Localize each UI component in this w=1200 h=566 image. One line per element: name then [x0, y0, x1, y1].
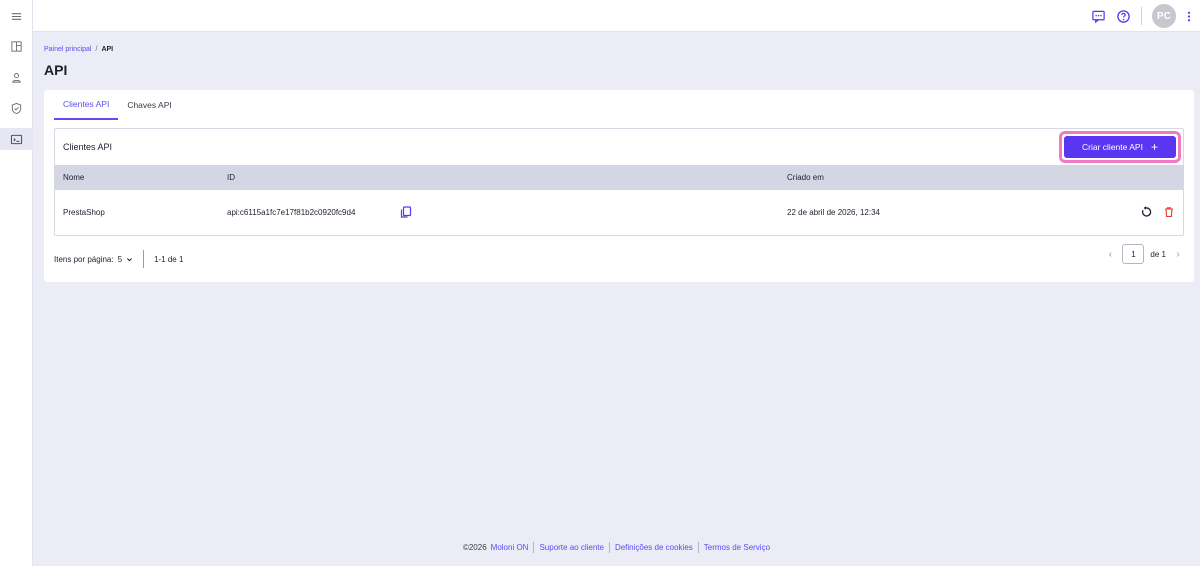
row-id: api:c6115a1fc7e17f81b2c0920fc9d4	[227, 208, 356, 217]
menu-icon[interactable]	[0, 5, 33, 27]
footer-brand-link[interactable]: Moloni ON	[491, 543, 529, 552]
main-card: Clientes API Chaves API Clientes API Cri…	[44, 90, 1194, 282]
page-total: de 1	[1150, 249, 1166, 259]
range-label: 1-1 de 1	[154, 254, 184, 264]
footer-separator	[533, 542, 535, 553]
create-button-highlight: Criar cliente API +	[1059, 131, 1181, 163]
regenerate-icon[interactable]	[1140, 206, 1152, 218]
footer-terms-link[interactable]: Termos de Serviço	[704, 543, 770, 552]
page-title: API	[44, 62, 68, 78]
breadcrumb-separator: /	[95, 46, 98, 53]
chevron-down-icon	[127, 257, 133, 261]
sidebar	[0, 0, 33, 566]
panel-title: Clientes API	[63, 142, 113, 152]
panel-header: Clientes API Criar cliente API +	[55, 129, 1183, 165]
items-per-page-select[interactable]: 5	[118, 255, 133, 264]
footer-separator	[608, 542, 610, 553]
items-per-page-value: 5	[117, 254, 123, 264]
table-header: Nome ID Criado em	[55, 165, 1183, 190]
tabs: Clientes API Chaves API	[54, 90, 181, 120]
footer: ©2026 Moloni ON Suporte ao cliente Defin…	[33, 542, 1200, 553]
footer-support-link[interactable]: Suporte ao cliente	[539, 543, 604, 552]
chat-icon[interactable]	[1091, 9, 1106, 24]
pager-divider	[143, 250, 145, 268]
top-actions: PC	[1091, 4, 1192, 28]
row-created: 22 de abril de 2026, 12:34	[787, 208, 880, 217]
help-icon[interactable]	[1116, 9, 1131, 24]
items-per-page-label: Itens por página:	[54, 254, 114, 264]
row-actions	[1140, 206, 1175, 218]
footer-separator	[697, 542, 699, 553]
column-header-id[interactable]: ID	[227, 173, 235, 182]
column-header-created[interactable]: Criado em	[787, 173, 824, 182]
clients-panel: Clientes API Criar cliente API + Nome ID…	[54, 128, 1184, 236]
row-name: PrestaShop	[63, 208, 105, 217]
column-header-name[interactable]: Nome	[63, 173, 84, 182]
top-divider	[1141, 7, 1142, 25]
chevron-right-icon[interactable]: ›	[1172, 249, 1184, 260]
pager-right: ‹ 1 de 1 ›	[1104, 244, 1184, 264]
page-input[interactable]: 1	[1122, 244, 1145, 264]
terminal-icon[interactable]	[0, 128, 33, 150]
plus-icon: +	[1150, 140, 1158, 154]
copy-icon[interactable]	[400, 206, 412, 218]
breadcrumb: Painel principal / API	[44, 46, 113, 53]
chevron-left-icon[interactable]: ‹	[1104, 249, 1116, 260]
user-icon[interactable]	[0, 66, 33, 88]
top-bar: PC	[33, 0, 1200, 32]
footer-cookies-link[interactable]: Definições de cookies	[615, 543, 693, 552]
breadcrumb-home-link[interactable]: Painel principal	[44, 46, 91, 53]
create-api-client-button[interactable]: Criar cliente API +	[1064, 136, 1176, 158]
footer-copyright: ©2026	[462, 543, 487, 552]
delete-icon[interactable]	[1163, 206, 1175, 218]
breadcrumb-current: API	[101, 46, 114, 53]
more-vertical-icon[interactable]	[1186, 9, 1192, 24]
pagination: Itens por página: 5 1-1 de 1 ‹ 1 de 1 ›	[54, 244, 1184, 268]
shield-icon[interactable]	[0, 97, 33, 119]
tab-chaves-api[interactable]: Chaves API	[118, 90, 180, 120]
dashboard-icon[interactable]	[0, 35, 33, 57]
tab-clientes-api[interactable]: Clientes API	[54, 90, 119, 120]
table-row: PrestaShop api:c6115a1fc7e17f81b2c0920fc…	[55, 190, 1183, 236]
create-button-label: Criar cliente API	[1082, 142, 1143, 152]
pager-left: Itens por página: 5 1-1 de 1	[54, 250, 183, 268]
avatar[interactable]: PC	[1152, 4, 1176, 28]
